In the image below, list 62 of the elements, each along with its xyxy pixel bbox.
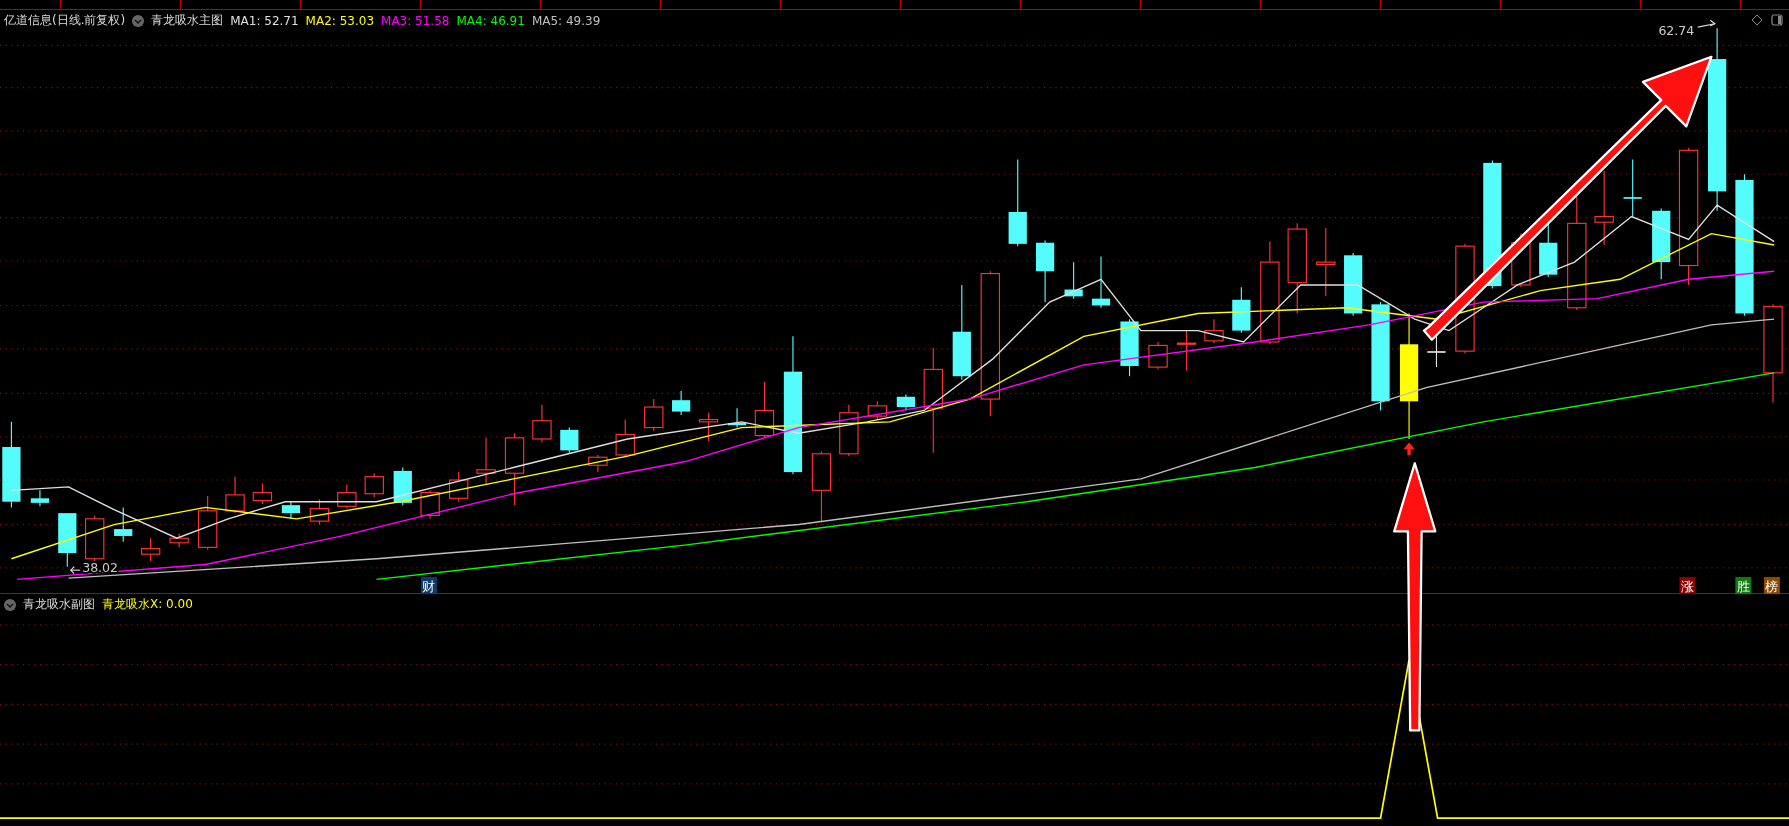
candlestick	[281, 501, 301, 520]
candlestick	[560, 427, 579, 454]
moving-average-value: MA1: 52.71	[230, 13, 299, 28]
candlestick	[698, 412, 719, 442]
candlestick	[420, 489, 440, 520]
candlestick	[85, 514, 105, 562]
candlestick	[309, 498, 330, 526]
indicator-name: 青龙吸水主图	[151, 12, 224, 29]
up-arrow-marker-icon	[1403, 442, 1415, 455]
candlestick	[1148, 341, 1168, 370]
moving-average-value: MA5: 49.39	[531, 13, 601, 28]
dropdown-toggle-icon[interactable]	[4, 598, 16, 611]
low-price-pointer-icon	[69, 566, 81, 575]
marker-badge: 涨	[1679, 577, 1696, 595]
moving-average-value: MA3: 51.58	[381, 13, 450, 28]
candlestick	[1623, 158, 1642, 218]
diamond-icon[interactable]	[1751, 14, 1763, 26]
candlestick	[1316, 227, 1336, 297]
marker-badge: 胜	[1735, 577, 1752, 595]
moving-average-value: MA4: 46.91	[456, 13, 525, 28]
candlestick	[615, 419, 635, 458]
candlestick	[169, 533, 189, 548]
candlestick	[364, 472, 384, 498]
candlestick	[1176, 330, 1197, 372]
candlestick	[58, 512, 77, 568]
candlestick	[896, 393, 916, 412]
indicator-name: 青龙吸水副图	[23, 596, 95, 613]
candlestick	[448, 471, 469, 503]
candlestick	[532, 404, 552, 443]
candlestick	[1344, 252, 1363, 317]
moving-average-value: MA2: 53.03	[305, 13, 375, 28]
candlestick	[476, 437, 496, 486]
stock-title: 亿道信息(日线.前复权)	[4, 12, 126, 29]
candlestick	[1091, 255, 1111, 309]
high-price-label: 62.74	[1658, 23, 1695, 39]
candlestick	[114, 506, 133, 543]
candlestick	[393, 466, 412, 506]
candlestick	[1204, 318, 1224, 344]
candlestick	[30, 489, 50, 507]
marker-badge: 财	[421, 577, 437, 595]
candlestick	[727, 407, 747, 429]
candlestick	[252, 482, 273, 505]
candlestick	[225, 476, 245, 514]
candlestick	[839, 404, 859, 457]
candlestick	[140, 537, 161, 562]
low-price-label: 38.02	[82, 560, 119, 576]
candlestick	[672, 390, 691, 416]
candlestick	[754, 381, 775, 439]
indicator-value: 青龙吸水X: 0.00	[102, 596, 193, 613]
panel-toggle-icon[interactable]	[1771, 14, 1783, 26]
high-price-pointer-icon	[1697, 19, 1716, 28]
candlestick	[1036, 239, 1055, 303]
marker-badge: 榜	[1763, 577, 1780, 595]
candlestick	[644, 398, 664, 432]
candlestick	[197, 495, 218, 551]
candlestick	[1064, 261, 1083, 300]
candlestick	[867, 400, 888, 421]
candlestick	[1232, 286, 1251, 334]
dropdown-toggle-icon[interactable]	[132, 14, 145, 27]
candlestick	[588, 454, 608, 473]
candlestick	[337, 484, 357, 510]
candlestick	[1120, 318, 1139, 377]
